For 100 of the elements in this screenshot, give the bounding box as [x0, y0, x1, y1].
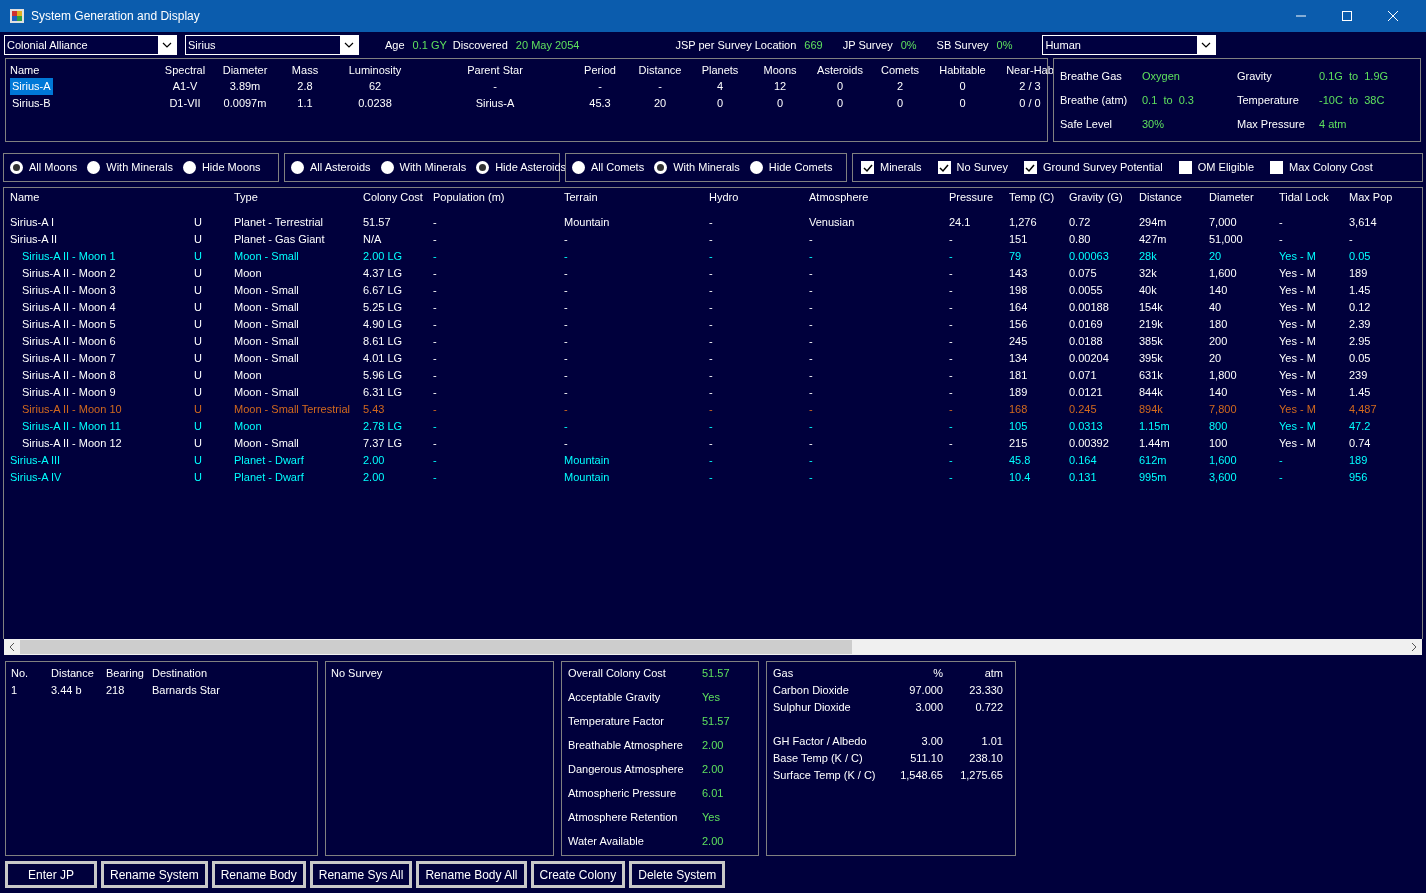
table-cell-text: -: [492, 79, 498, 95]
radio-button[interactable]: [749, 161, 763, 174]
table-cell-text: 1,276: [1009, 215, 1038, 231]
table-cell-text: Mountain: [564, 470, 611, 486]
table-cell-text: 97.000: [908, 683, 943, 699]
table-row[interactable]: Sirius-A III U Planet - Dwarf 2.00 - Mountain - - - 45.8 0.164 612m 1,600 - 189: [4, 452, 1422, 469]
scrollbar-thumb[interactable]: [20, 640, 852, 654]
table-row[interactable]: Sirius-A II - Moon 11 U Moon 2.78 LG - - - - - 105 0.0313 1.15m 800 Yes - M 47.2: [4, 418, 1422, 435]
action-button[interactable]: Enter JP: [5, 861, 97, 888]
table-row[interactable]: Sirius-A II U Planet - Gas Giant N/A - - - - - 151 0.80 427m 51,000 - -: [4, 231, 1422, 248]
system-dropdown[interactable]: Sirius: [185, 35, 359, 55]
table-cell-text: -: [709, 453, 714, 469]
table-cell-text: Barnards Star: [152, 683, 221, 699]
table-cell-text: 0.00188: [1069, 300, 1110, 316]
table-cell-text: -: [809, 453, 814, 469]
action-button[interactable]: Create Colony: [530, 861, 626, 888]
radio-button[interactable]: [291, 161, 304, 174]
checkbox-option[interactable]: Minerals: [861, 159, 922, 176]
checkbox[interactable]: [1023, 161, 1037, 174]
table-row[interactable]: Sirius-B D1-VII 0.0097m 1.1 0.0238 Sirius-A 45.3 20 0 0 0 0 0 0 / 0: [10, 95, 1047, 112]
table-cell-text: -: [709, 317, 714, 333]
action-button[interactable]: Rename Body: [211, 861, 306, 888]
table-cell-text: -: [433, 317, 438, 333]
action-button[interactable]: Delete System: [629, 861, 726, 888]
column-header: Gravity (G): [1069, 190, 1124, 205]
table-cell-text: Planet - Terrestrial: [234, 215, 325, 231]
checkbox-option[interactable]: OM Eligible: [1178, 159, 1255, 176]
table-cell-text: 0: [958, 96, 967, 112]
column-header: Temp (C): [1009, 190, 1056, 205]
window-title: System Generation and Display: [31, 8, 200, 25]
radio-option[interactable]: Hide Comets: [749, 159, 833, 176]
table-row[interactable]: Sirius-A II - Moon 5 U Moon - Small 4.90 LG - - - - - 156 0.0169 219k 180 Yes - M 2.39: [4, 316, 1422, 333]
table-cell-text: 2.39: [1349, 317, 1372, 333]
table-row[interactable]: Sirius-A II - Moon 10 U Moon - Small Terrestrial 5.43 - - - - - 168 0.245 894k 7,800 Yes - M 4,487: [4, 401, 1422, 418]
table-cell-text: 0.071: [1069, 368, 1098, 384]
radio-button[interactable]: [87, 161, 101, 174]
table-cell-text: 62: [367, 79, 383, 95]
action-button[interactable]: Rename Sys All: [309, 861, 413, 888]
checkbox[interactable]: [1178, 161, 1192, 174]
table-cell-text: 5.43: [363, 402, 386, 418]
table-row[interactable]: Sirius-A II - Moon 12 U Moon - Small 7.37 LG - - - - - 215 0.00392 1.44m 100 Yes - M 0.74: [4, 435, 1422, 452]
column-header: Moons: [762, 63, 798, 78]
checkbox[interactable]: [1270, 161, 1284, 174]
table-row[interactable]: Sirius-A I U Planet - Terrestrial 51.57 - Mountain - Venusian 24.1 1,276 0.72 294m 7,000 - 3,614: [4, 214, 1422, 231]
table-cell-text: Yes - M: [1279, 283, 1317, 299]
radio-option[interactable]: With Minerals: [654, 159, 740, 176]
checkbox[interactable]: [861, 161, 874, 174]
table-row[interactable]: Sirius-A II - Moon 1 U Moon - Small 2.00 LG - - - - - 79 0.00063 28k 20 Yes - M 0.05: [4, 248, 1422, 265]
action-button[interactable]: Rename System: [101, 861, 208, 888]
radio-button[interactable]: [572, 161, 585, 174]
radio-option[interactable]: All Moons: [10, 159, 78, 176]
field-value: 0.1G to 1.9G: [1319, 68, 1389, 84]
table-cell-text: 3.44 b: [51, 683, 83, 699]
table-cell-text: Yes - M: [1279, 368, 1317, 384]
radio-option[interactable]: Hide Moons: [182, 159, 261, 176]
table-cell-text: Sirius-A II - Moon 11: [21, 419, 122, 435]
app-icon: [10, 9, 24, 23]
table-row[interactable]: Sirius-A IV U Planet - Dwarf 2.00 - Mountain - - - 10.4 0.131 995m 3,600 - 956: [4, 469, 1422, 486]
race-dropdown[interactable]: Colonial Alliance: [4, 35, 177, 55]
table-row[interactable]: Sirius-A II - Moon 6 U Moon - Small 8.61 LG - - - - - 245 0.0188 385k 200 Yes - M 2.95: [4, 333, 1422, 350]
table-cell-text: 4,487: [1349, 402, 1378, 418]
checkbox-option[interactable]: Ground Survey Potential: [1023, 159, 1163, 176]
species-dropdown[interactable]: Human: [1042, 35, 1217, 55]
table-cell-text: 0: [775, 96, 785, 112]
radio-option[interactable]: All Asteroids: [291, 159, 371, 176]
radio-option[interactable]: Hide Asteroids: [476, 159, 567, 176]
checkbox-option[interactable]: Max Colony Cost: [1270, 159, 1373, 176]
table-cell-text: 0.0188: [1069, 334, 1104, 350]
checkbox-option[interactable]: No Survey: [937, 159, 1008, 176]
action-button[interactable]: Rename Body All: [416, 861, 527, 888]
table-cell-text: -: [809, 300, 814, 316]
column-header: Distance: [1139, 190, 1183, 205]
table-row[interactable]: Sirius-A II - Moon 3 U Moon - Small 6.67 LG - - - - - 198 0.0055 40k 140 Yes - M 1.45: [4, 282, 1422, 299]
radio-button[interactable]: [654, 161, 668, 174]
radio-button[interactable]: [380, 161, 394, 174]
table-cell-text: 0.722: [974, 700, 1003, 716]
table-row[interactable]: Sirius-A A1-V 3.89m 2.8 62 - - - 4 12 0 2 0 2 / 3: [10, 78, 1047, 95]
table-row[interactable]: Sirius-A II - Moon 2 U Moon 4.37 LG - - - - - 143 0.075 32k 1,600 Yes - M 189: [4, 265, 1422, 282]
table-cell-text: U: [194, 266, 203, 282]
radio-option[interactable]: All Comets: [572, 159, 645, 176]
table-row[interactable]: Sirius-A II - Moon 4 U Moon - Small 5.25 LG - - - - - 164 0.00188 154k 40 Yes - M 0.12: [4, 299, 1422, 316]
table-cell-text: 47.2: [1349, 419, 1372, 435]
radio-option[interactable]: With Minerals: [87, 159, 173, 176]
table-cell-text: 10.4: [1009, 470, 1032, 486]
radio-button[interactable]: [476, 161, 490, 174]
column-header: Tidal Lock: [1279, 190, 1330, 205]
table-cell-text: Sirius-A IV: [9, 470, 63, 486]
horizontal-scrollbar[interactable]: [4, 639, 1422, 655]
radio-button[interactable]: [182, 161, 196, 174]
table-row[interactable]: Sirius-A II - Moon 8 U Moon 5.96 LG - - - - - 181 0.071 631k 1,800 Yes - M 239: [4, 367, 1422, 384]
table-row[interactable]: Sirius-A II - Moon 9 U Moon - Small 6.31 LG - - - - - 189 0.0121 844k 140 Yes - M 1.45: [4, 384, 1422, 401]
column-header: Asteroids: [816, 63, 864, 78]
table-cell-text: U: [194, 249, 203, 265]
radio-button[interactable]: [10, 161, 23, 174]
table-cell-text: 2: [895, 79, 905, 95]
table-row[interactable]: Sirius-A II - Moon 7 U Moon - Small 4.01 LG - - - - - 134 0.00204 395k 20 Yes - M 0.05: [4, 350, 1422, 367]
radio-option[interactable]: With Minerals: [380, 159, 467, 176]
table-cell-text: -: [809, 385, 814, 401]
table-cell-text: -: [564, 334, 569, 350]
checkbox[interactable]: [937, 161, 951, 174]
